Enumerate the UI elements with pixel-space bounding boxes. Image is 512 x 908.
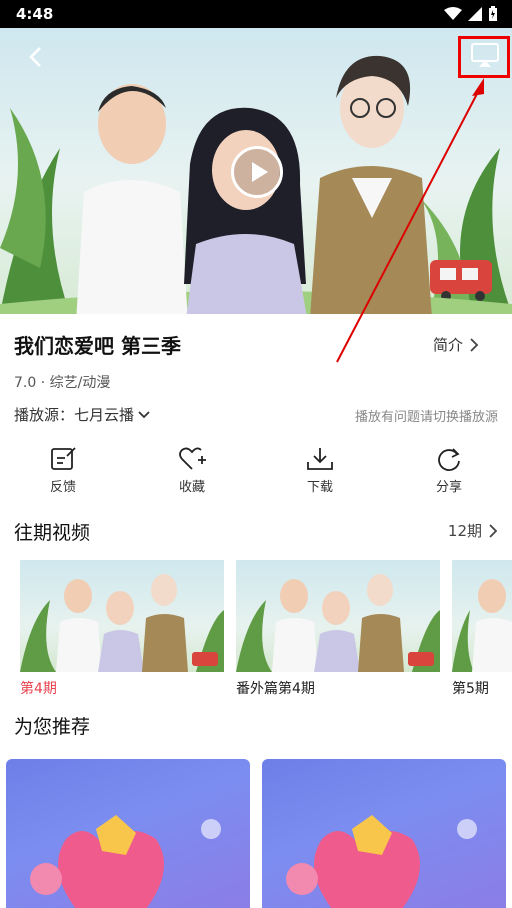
play-button[interactable] [231, 146, 283, 198]
source-label: 播放源：七月云播 [14, 406, 135, 424]
thumbnail-art [452, 579, 512, 672]
recommend-card[interactable] [262, 759, 506, 908]
episodes-title: 往期视频 [14, 522, 91, 544]
thumbnail-art [236, 574, 440, 672]
favorite-button[interactable]: 收藏 [162, 446, 222, 495]
favorite-label: 收藏 [178, 480, 205, 495]
status-icons [444, 6, 498, 22]
recommend-card[interactable] [6, 759, 250, 908]
intro-label: 简介 [433, 336, 464, 354]
screen-cast-icon[interactable] [470, 42, 500, 68]
share-icon [438, 448, 460, 471]
show-title: 我们恋爱吧 第三季 [14, 334, 181, 358]
signal-icon [468, 7, 482, 21]
download-label: 下载 [306, 480, 333, 495]
source-selector[interactable]: 播放源：七月云播 [14, 404, 150, 425]
recommend-title: 为您推荐 [14, 716, 91, 738]
cast-member-3-figure [310, 55, 432, 314]
wifi-icon [444, 7, 462, 20]
episode-label: 第5期 [452, 681, 489, 697]
status-time: 4:48 [16, 5, 54, 23]
thumbnail-art [20, 574, 224, 672]
share-button[interactable]: 分享 [419, 446, 479, 495]
recommend-thumbnail [286, 815, 477, 908]
episode-thumbnail [236, 560, 440, 672]
cast-member-2-figure [184, 107, 307, 314]
episode-card[interactable]: 第5期 [452, 560, 512, 698]
download-button[interactable]: 下载 [290, 446, 350, 495]
action-bar: 反馈 收藏 下载 分享 [0, 446, 512, 502]
episodes-count: 12期 [447, 522, 482, 540]
status-bar: 4:48 [0, 0, 512, 28]
video-player[interactable] [0, 28, 512, 314]
favorite-icon [179, 447, 206, 470]
episode-card[interactable]: 番外篇第4期 [236, 560, 440, 698]
chevron-down-icon [138, 410, 150, 418]
episode-label: 第4期 [20, 681, 57, 697]
chevron-right-icon [489, 523, 498, 538]
chevron-right-icon [470, 337, 479, 352]
show-meta: 7.0 · 综艺/动漫 [14, 375, 111, 391]
battery-icon [489, 6, 497, 21]
intro-link[interactable]: 简介 [433, 334, 479, 355]
feedback-icon [51, 447, 76, 470]
feedback-label: 反馈 [49, 480, 76, 495]
episode-thumbnail [20, 560, 224, 672]
play-icon [252, 162, 268, 182]
episode-label: 番外篇第4期 [236, 681, 315, 697]
episodes-count-link[interactable]: 12期 [448, 520, 498, 541]
episode-thumbnail [452, 560, 512, 672]
recommend-thumbnail [30, 815, 221, 908]
download-icon [307, 448, 333, 470]
share-label: 分享 [435, 480, 462, 495]
episode-card[interactable]: 第4期 [20, 560, 224, 698]
source-hint: 播放有问题请切换播放源 [354, 410, 498, 425]
feedback-button[interactable]: 反馈 [33, 446, 93, 495]
back-icon[interactable] [22, 42, 52, 72]
